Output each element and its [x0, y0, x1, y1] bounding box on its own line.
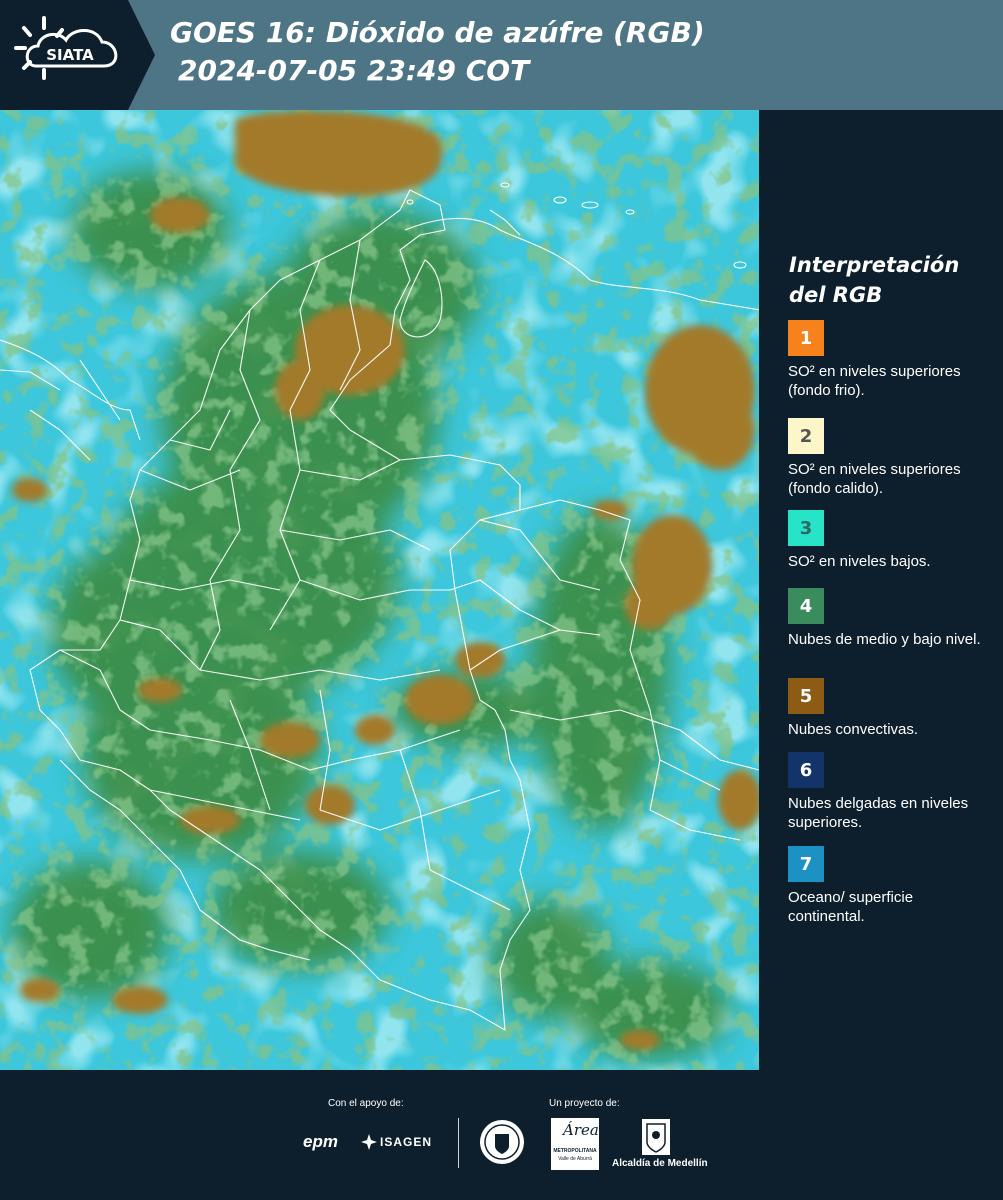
support-label: Con el apoyo de: — [328, 1098, 404, 1109]
legend-swatch: 3 — [788, 510, 824, 546]
siata-logo: SIATA — [0, 0, 155, 110]
legend-label: Nubes delgadas en niveles superiores. — [788, 795, 969, 831]
isagen-star-icon — [361, 1134, 377, 1150]
project-label: Un proyecto de: — [549, 1098, 620, 1109]
area-metropolitana-logo: Área METROPOLITANA Valle de Aburrá — [551, 1118, 599, 1170]
legend-item-1: 1 SO² en niveles superiores (fondo frio). — [788, 320, 988, 400]
legend-label: Nubes de medio y bajo nivel. — [788, 631, 981, 648]
legend-swatch: 1 — [788, 320, 824, 356]
area-logo-line2: Valle de Aburrá — [558, 1156, 592, 1162]
satellite-map — [0, 110, 759, 1070]
legend-swatch: 7 — [788, 846, 824, 882]
legend-item-6: 6 Nubes delgadas en niveles superiores. — [788, 752, 988, 832]
alcaldia-text: Alcaldía de Medellín — [612, 1158, 708, 1169]
legend-label: Nubes convectivas. — [788, 721, 919, 738]
legend-item-4: 4 Nubes de medio y bajo nivel. — [788, 588, 988, 649]
header-bar: SIATA GOES 16: Dióxido de azúfre (RGB) 2… — [0, 0, 1003, 110]
legend-item-5: 5 Nubes convectivas. — [788, 678, 988, 739]
legend-title: Interpretación del RGB — [789, 253, 960, 307]
alcaldia-crest — [641, 1118, 671, 1161]
legend-label: SO² en niveles bajos. — [788, 553, 931, 570]
footer-bar: Con el apoyo de: Un proyecto de: epm ISA… — [0, 1070, 1003, 1200]
isagen-text: ISAGEN — [380, 1135, 433, 1149]
legend-label: Oceano/ superficie continental. — [788, 889, 914, 925]
title-product: GOES 16: Dióxido de azúfre (RGB) — [170, 16, 705, 49]
legend-swatch: 2 — [788, 418, 824, 454]
legend-panel: Interpretación del RGB 1 SO² en niveles s… — [759, 110, 1003, 1070]
svg-text:SIATA: SIATA — [46, 46, 94, 64]
legend-item-2: 2 SO² en niveles superiores (fondo calido… — [788, 418, 988, 498]
legend-swatch: 4 — [788, 588, 824, 624]
legend-swatch: 5 — [788, 678, 824, 714]
area-logo-name: Área — [563, 1121, 599, 1139]
seal-logo — [478, 1118, 526, 1171]
page-title: GOES 16: Dióxido de azúfre (RGB) 2024-07… — [170, 14, 705, 90]
legend-label: SO² en niveles superiores (fondo frio). — [788, 363, 961, 399]
area-logo-line1: METROPOLITANA — [553, 1148, 597, 1154]
legend-label: SO² en niveles superiores (fondo calido)… — [788, 461, 961, 497]
legend-item-3: 3 SO² en niveles bajos. — [788, 510, 988, 571]
legend-swatch: 6 — [788, 752, 824, 788]
footer-divider — [458, 1118, 459, 1168]
title-datetime: 2024-07-05 23:49 COT — [178, 54, 530, 87]
epm-logo: epm — [303, 1132, 338, 1151]
legend-item-7: 7 Oceano/ superficie continental. — [788, 846, 988, 926]
